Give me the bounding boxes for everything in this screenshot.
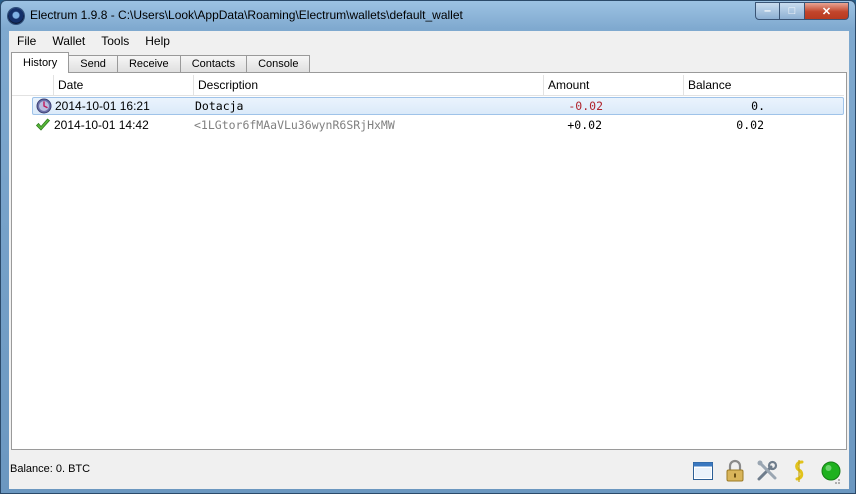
transaction-amount: +0.02 xyxy=(567,118,602,132)
window-controls: ‒ □ ✕ xyxy=(755,2,849,21)
clock-icon xyxy=(33,98,55,114)
amount-column-header[interactable]: Amount xyxy=(544,75,684,95)
history-row[interactable]: 2014-10-01 16:21 Dotacja -0.02 0. xyxy=(32,97,844,115)
tools-icon[interactable] xyxy=(751,456,783,486)
close-icon: ✕ xyxy=(821,5,832,18)
transaction-balance: 0. xyxy=(751,99,765,113)
status-bar: Balance: 0. BTC xyxy=(9,451,849,489)
seed-icon[interactable] xyxy=(783,456,815,486)
electrum-window: Electrum 1.9.8 - C:\Users\Look\AppData\R… xyxy=(0,0,856,494)
date-column-header[interactable]: Date xyxy=(54,75,194,95)
close-button[interactable]: ✕ xyxy=(805,2,849,20)
balance-column-header[interactable]: Balance xyxy=(684,75,844,95)
transaction-description: Dotacja xyxy=(195,99,244,113)
client-area: File Wallet Tools Help History Send Rece… xyxy=(9,31,849,489)
checkmark-icon xyxy=(32,117,54,133)
menu-help[interactable]: Help xyxy=(137,31,178,51)
transaction-description: <1LGtor6fMAaVLu36wynR6SRjHxMW xyxy=(194,118,395,132)
tab-history[interactable]: History xyxy=(11,52,70,73)
maximize-icon: □ xyxy=(788,5,796,17)
transaction-amount: -0.02 xyxy=(568,99,603,113)
menu-bar: File Wallet Tools Help xyxy=(9,31,849,51)
lock-icon[interactable] xyxy=(719,456,751,486)
transaction-date: 2014-10-01 14:42 xyxy=(54,118,149,132)
tab-bar: History Send Receive Contacts Console xyxy=(11,52,311,73)
tab-receive[interactable]: Receive xyxy=(116,55,181,73)
transaction-balance: 0.02 xyxy=(736,118,764,132)
tab-console[interactable]: Console xyxy=(246,55,311,73)
tab-send[interactable]: Send xyxy=(68,55,118,73)
history-table-header: Date Description Amount Balance xyxy=(12,75,844,96)
menu-file[interactable]: File xyxy=(9,31,44,51)
menu-wallet[interactable]: Wallet xyxy=(44,31,93,51)
transaction-date: 2014-10-01 16:21 xyxy=(55,99,150,113)
electrum-logo-icon xyxy=(8,8,24,24)
tab-contacts[interactable]: Contacts xyxy=(179,55,248,73)
maximize-button[interactable]: □ xyxy=(780,2,805,20)
minimize-button[interactable]: ‒ xyxy=(755,2,780,20)
history-pane: Date Description Amount Balance 2014-10-… xyxy=(11,72,847,450)
window-title: Electrum 1.9.8 - C:\Users\Look\AppData\R… xyxy=(30,8,463,22)
minimize-icon: ‒ xyxy=(764,5,771,17)
balance-label: Balance: 0. BTC xyxy=(10,463,91,475)
history-row[interactable]: 2014-10-01 14:42 <1LGtor6fMAaVLu36wynR6S… xyxy=(32,116,844,134)
description-column-header[interactable]: Description xyxy=(194,75,544,95)
window-icon[interactable] xyxy=(687,456,719,486)
status-icons xyxy=(687,456,847,486)
status-column-header[interactable] xyxy=(12,75,54,95)
menu-tools[interactable]: Tools xyxy=(93,31,137,51)
title-bar[interactable]: Electrum 1.9.8 - C:\Users\Look\AppData\R… xyxy=(1,1,855,29)
resize-grip-icon[interactable] xyxy=(831,475,841,485)
